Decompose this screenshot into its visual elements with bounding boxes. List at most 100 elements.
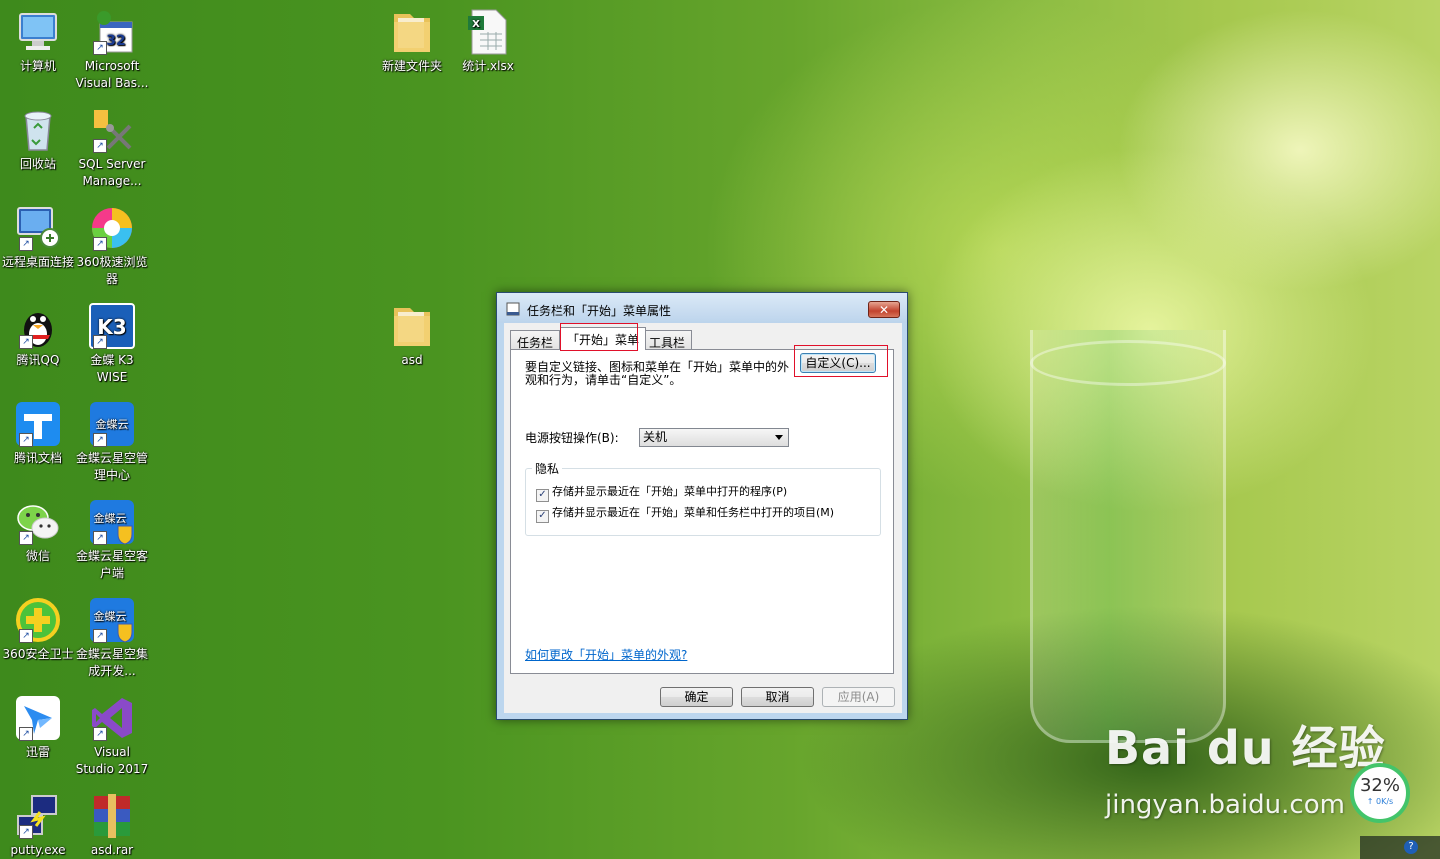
start-menu-tab-panel: 要自定义链接、图标和菜单在「开始」菜单中的外观和行为，请单击“自定义”。 自定义… <box>510 345 894 674</box>
privacy-group: 隐私 ✓ 存储并显示最近在「开始」菜单中打开的程序(P) ✓ 存储并显示最近在「开始… <box>525 460 881 536</box>
desktop-icon-kingdee-k3[interactable]: K3 ↗ 金蝶 K3 WISE <box>74 302 150 386</box>
help-link-start-menu-appearance[interactable]: 如何更改「开始」菜单的外观? <box>525 646 687 663</box>
watermark-url: jingyan.baidu.com <box>1105 790 1345 820</box>
power-button-select[interactable]: 关机 <box>639 428 789 447</box>
desktop-icon-visual-basic[interactable]: 32 ↗ Microsoft Visual Bas... <box>74 8 150 92</box>
icon-label: Visual Studio 2017 <box>75 745 149 776</box>
kingdee-k3-icon: K3 ↗ <box>88 302 136 350</box>
dialog-titlebar[interactable]: 任务栏和「开始」菜单属性 ✕ <box>497 293 907 323</box>
checkbox-recent-items[interactable]: ✓ 存储并显示最近在「开始」菜单和任务栏中打开的项目(M) <box>536 504 834 523</box>
desktop-icon-sql-server[interactable]: ↗ SQL Server Manage... <box>74 106 150 190</box>
putty-icon: ↗ <box>14 792 62 840</box>
icon-label: 金蝶云星空客户端 <box>75 549 148 580</box>
checkbox-label: 存储并显示最近在「开始」菜单和任务栏中打开的项目(M) <box>552 506 835 519</box>
desktop-icon-recycle-bin[interactable]: 回收站 <box>0 106 76 173</box>
wallpaper-glass-rim <box>1030 340 1226 386</box>
winrar-archive-icon <box>88 792 136 840</box>
chevron-down-icon <box>775 435 783 440</box>
svg-text:金蝶云: 金蝶云 <box>96 417 129 431</box>
visual-basic-icon: 32 ↗ <box>88 8 136 56</box>
checkmark-icon: ✓ <box>536 510 549 523</box>
checkmark-icon: ✓ <box>536 489 549 502</box>
desktop-icon-asd-rar[interactable]: asd.rar <box>74 792 150 859</box>
icon-label: 迅雷 <box>25 745 50 759</box>
desktop-icon-xunlei[interactable]: ↗ 迅雷 <box>0 694 76 761</box>
sql-server-tools-icon: ↗ <box>88 106 136 154</box>
visual-studio-icon: ↗ <box>88 694 136 742</box>
power-button-label: 电源按钮操作(B): <box>525 431 619 445</box>
icon-label: putty.exe <box>10 843 66 857</box>
customize-description: 要自定义链接、图标和菜单在「开始」菜单中的外观和行为，请单击“自定义”。 <box>525 360 790 387</box>
wallpaper-glass <box>1030 330 1226 743</box>
dialog-body: 任务栏 「开始」菜单 工具栏 要自定义链接、图标和菜单在「开始」菜单中的外观和行… <box>504 323 902 713</box>
icon-label: asd <box>401 353 423 367</box>
360-security-icon: ↗ <box>14 596 62 644</box>
icon-label: 统计.xlsx <box>462 59 514 73</box>
kingdee-cloud-shield-icon: 金蝶云 ↗ <box>88 596 136 644</box>
desktop-icon-qq[interactable]: ↗ 腾讯QQ <box>0 302 76 369</box>
tab-toolbars[interactable]: 工具栏 <box>642 330 693 350</box>
icon-label: SQL Server Manage... <box>78 157 146 188</box>
360-browser-icon: ↗ <box>88 204 136 252</box>
cancel-button[interactable]: 取消 <box>741 687 814 707</box>
tab-taskbar[interactable]: 任务栏 <box>510 330 561 350</box>
privacy-group-title: 隐私 <box>532 460 563 477</box>
icon-label: 360安全卫士 <box>2 647 74 661</box>
kingdee-cloud-icon: 金蝶云 ↗ <box>88 400 136 448</box>
icon-label: asd.rar <box>90 843 134 857</box>
icon-label: 腾讯QQ <box>16 353 60 367</box>
icon-label: 微信 <box>25 549 50 563</box>
desktop-icon-kingdee-cloud-client[interactable]: 金蝶云 ↗ 金蝶云星空客户端 <box>74 498 150 582</box>
icon-label: 360极速浏览器 <box>76 255 148 286</box>
desktop-icon-new-folder[interactable]: 新建文件夹 <box>374 8 450 75</box>
apply-button[interactable]: 应用(A) <box>822 687 895 707</box>
dialog-title: 任务栏和「开始」菜单属性 <box>527 304 672 318</box>
baidu-jingyan-logo: Bai du 经验 <box>1105 721 1386 775</box>
desktop-icon-remote-desktop[interactable]: ↗ 远程桌面连接 <box>0 204 76 271</box>
icon-label: 回收站 <box>19 157 56 171</box>
taskbar-start-menu-properties-dialog: 任务栏和「开始」菜单属性 ✕ 任务栏 「开始」菜单 工具栏 要自定义链接、图标和… <box>496 292 908 720</box>
icon-label: 远程桌面连接 <box>1 255 74 269</box>
computer-icon <box>14 8 62 56</box>
checkbox-label: 存储并显示最近在「开始」菜单中打开的程序(P) <box>552 485 788 498</box>
svg-text:金蝶云: 金蝶云 <box>94 511 127 525</box>
highlight-start-menu-tab <box>560 323 638 351</box>
qq-penguin-icon: ↗ <box>14 302 62 350</box>
recycle-bin-icon <box>14 106 62 154</box>
taskbar-properties-icon <box>506 302 520 316</box>
icon-label: 新建文件夹 <box>381 59 442 73</box>
wechat-icon: ↗ <box>14 498 62 546</box>
kingdee-cloud-shield-icon: 金蝶云 ↗ <box>88 498 136 546</box>
speed-percent: 32% <box>1359 775 1400 796</box>
desktop-icon-visual-studio[interactable]: ↗ Visual Studio 2017 <box>74 694 150 778</box>
icon-label: 腾讯文档 <box>13 451 62 465</box>
ok-button[interactable]: 确定 <box>660 687 733 707</box>
desktop-icon-computer[interactable]: 计算机 <box>0 8 76 75</box>
speed-rate: ↑ 0K/s <box>1366 797 1394 806</box>
desktop-icon-kingdee-cloud-admin[interactable]: 金蝶云 ↗ 金蝶云星空管理中心 <box>74 400 150 484</box>
xunlei-bird-icon: ↗ <box>14 694 62 742</box>
desktop-icon-putty[interactable]: ↗ putty.exe <box>0 792 76 859</box>
tencent-docs-icon: ↗ <box>14 400 62 448</box>
power-button-value: 关机 <box>643 430 668 444</box>
close-button[interactable]: ✕ <box>868 301 900 318</box>
desktop-icon-wechat[interactable]: ↗ 微信 <box>0 498 76 565</box>
icon-label: 金蝶云星空管理中心 <box>75 451 148 482</box>
excel-file-icon: X <box>464 8 512 56</box>
desktop-icon-excel-file[interactable]: X 统计.xlsx <box>450 8 526 75</box>
desktop-icon-360-browser[interactable]: ↗ 360极速浏览器 <box>74 204 150 288</box>
desktop-icon-360-security[interactable]: ↗ 360安全卫士 <box>0 596 76 663</box>
svg-text:X: X <box>472 19 480 30</box>
icon-label: 金蝶云星空集成开发... <box>75 647 148 678</box>
desktop-icon-kingdee-cloud-dev[interactable]: 金蝶云 ↗ 金蝶云星空集成开发... <box>74 596 150 680</box>
network-speed-widget[interactable]: 32% ↑ 0K/s <box>1350 763 1410 823</box>
checkbox-recent-programs[interactable]: ✓ 存储并显示最近在「开始」菜单中打开的程序(P) <box>536 483 787 502</box>
svg-text:32: 32 <box>106 33 125 49</box>
folder-icon <box>388 8 436 56</box>
desktop-icon-asd-folder[interactable]: asd <box>374 302 450 369</box>
remote-desktop-icon: ↗ <box>14 204 62 252</box>
icon-label: 金蝶 K3 WISE <box>90 353 134 384</box>
desktop-icon-tencent-docs[interactable]: ↗ 腾讯文档 <box>0 400 76 467</box>
system-tray: ? <box>1360 836 1440 859</box>
help-icon[interactable]: ? <box>1404 840 1418 854</box>
